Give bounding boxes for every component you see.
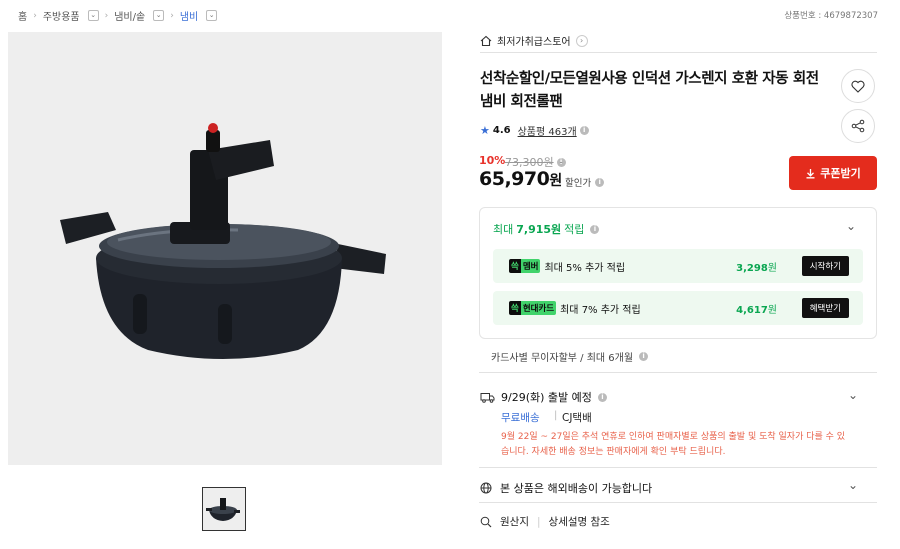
info-icon[interactable]: i: [597, 392, 607, 402]
points-title-suffix: 적립: [564, 223, 585, 236]
amount-unit: 원: [767, 262, 777, 274]
amount-value: 4,617: [736, 304, 768, 316]
badge-mark: 쓱: [509, 301, 521, 315]
breadcrumb-kitchen[interactable]: 주방용품: [43, 8, 80, 23]
ssg-member-badge: 쓱 멤버: [509, 259, 541, 273]
chevron-down-icon[interactable]: ⌄: [206, 10, 218, 21]
chevron-down-icon[interactable]: ⌄: [848, 478, 858, 492]
home-icon: [480, 35, 492, 46]
truck-icon: [480, 392, 495, 403]
info-icon[interactable]: i: [595, 177, 605, 187]
chevron-right-icon: ›: [170, 10, 174, 21]
chevron-right-icon: ›: [33, 10, 37, 21]
carrier: CJ택배: [562, 412, 592, 424]
origin-value: 상세설명 참조: [548, 516, 610, 528]
product-number: 상품번호 : 4679872307: [784, 11, 878, 21]
free-shipping: 무료배송: [501, 412, 540, 424]
amount-value: 3,298: [736, 262, 768, 274]
globe-icon: [480, 482, 492, 494]
info-icon[interactable]: i: [556, 157, 566, 167]
divider: [480, 52, 877, 53]
overseas-text: 본 상품은 해외배송이 가능합니다: [500, 482, 653, 495]
coupon-button[interactable]: 쿠폰받기: [789, 156, 877, 190]
badge-mark: 쓱: [509, 259, 521, 273]
badge-name: 멤버: [520, 259, 541, 273]
shipping-notice: 9월 22일 ~ 27일은 추석 연휴로 인하여 판매자별로 상품의 출발 및 …: [501, 432, 846, 457]
info-icon[interactable]: i: [579, 126, 589, 135]
price-label: 할인가 i: [565, 175, 605, 189]
divider: [479, 467, 877, 468]
hyundai-card-badge: 쓱 현대카드: [509, 301, 557, 315]
points-title-prefix: 최대: [493, 223, 514, 236]
divider: [479, 372, 877, 373]
sale-price-value: 65,970: [479, 168, 550, 190]
shipping-date: 9/29(화) 출발 예정 i: [480, 389, 607, 405]
product-title: 선착순할인/모든열원사용 인덕션 가스렌지 호환 자동 회전냄비 회전롤팬: [480, 71, 819, 110]
product-thumbnail[interactable]: [202, 487, 246, 531]
pot-thumbnail-image: [203, 488, 244, 529]
get-benefit-button[interactable]: 혜택받기: [801, 298, 849, 318]
chevron-down-icon[interactable]: ⌄: [153, 10, 165, 21]
rotating-pot-image: [60, 123, 386, 359]
rating-summary: ★ 4.6 상품평 463개 i: [480, 123, 589, 138]
product-main-image[interactable]: [8, 32, 442, 465]
wishlist-button[interactable]: [841, 69, 875, 103]
start-button[interactable]: 시작하기: [801, 256, 849, 276]
share-button[interactable]: [841, 109, 875, 143]
coupon-button-label: 쿠폰받기: [820, 167, 861, 180]
points-row-card: 쓱 현대카드 최대 7% 추가 적립 4,617원 혜택받기: [493, 291, 863, 325]
card-installment: 카드사별 무이자할부 / 최대 6개월 i: [491, 349, 649, 364]
discount-rate: 10%: [479, 154, 506, 167]
points-row-desc: 최대 5% 추가 적립: [544, 262, 626, 274]
magnifier-icon: [480, 516, 492, 527]
separator: |: [554, 410, 558, 421]
chevron-right-icon: ›: [104, 10, 109, 21]
badge-name: 현대카드: [520, 301, 557, 315]
store-link[interactable]: 최저가취급스토어 ›: [480, 33, 588, 48]
rating-score: 4.6: [492, 125, 511, 136]
points-title-amount: 7,915원: [516, 223, 562, 236]
chevron-down-icon[interactable]: ⌄: [848, 388, 858, 402]
overseas-shipping: 본 상품은 해외배송이 가능합니다: [480, 480, 652, 496]
origin-label: 원산지: [500, 516, 529, 528]
points-row-desc: 최대 7% 추가 적립: [560, 304, 641, 316]
amount-unit: 원: [767, 304, 777, 316]
price-label-text: 할인가: [565, 178, 592, 189]
chevron-down-icon[interactable]: ⌄: [87, 10, 99, 21]
breadcrumb-pots[interactable]: 냄비/솥: [114, 8, 145, 23]
breadcrumb: 홈 › 주방용품 ⌄ › 냄비/솥 ⌄ › 냄비 ⌄: [18, 8, 218, 23]
share-icon: [851, 119, 865, 133]
origin-info: 원산지 | 상세설명 참조: [480, 514, 610, 529]
chevron-right-icon: ›: [575, 34, 588, 47]
points-row-member: 쓱 멤버 최대 5% 추가 적립 3,298원 시작하기: [493, 249, 863, 283]
star-icon: ★: [480, 124, 490, 137]
card-installment-text: 카드사별 무이자할부 / 최대 6개월: [491, 353, 634, 364]
shipping-date-text: 9/29(화) 출발 예정: [501, 391, 592, 404]
points-title[interactable]: 최대 7,915원 적립 i: [493, 221, 600, 237]
info-icon[interactable]: i: [590, 224, 600, 234]
breadcrumb-current[interactable]: 냄비: [180, 8, 198, 23]
info-icon[interactable]: i: [639, 352, 649, 361]
review-link[interactable]: 상품평 463개: [518, 123, 577, 138]
divider: [479, 502, 877, 503]
chevron-down-icon[interactable]: ⌄: [846, 219, 856, 233]
breadcrumb-home[interactable]: 홈: [18, 8, 27, 23]
price-unit: 원: [549, 173, 562, 189]
points-row-amount: 3,298원: [736, 259, 777, 274]
points-row-amount: 4,617원: [736, 301, 777, 316]
separator: |: [536, 515, 541, 528]
heart-icon: [851, 80, 865, 93]
sale-price: 65,970원: [479, 168, 562, 190]
download-icon: [806, 168, 815, 178]
store-name: 최저가취급스토어: [497, 37, 571, 48]
